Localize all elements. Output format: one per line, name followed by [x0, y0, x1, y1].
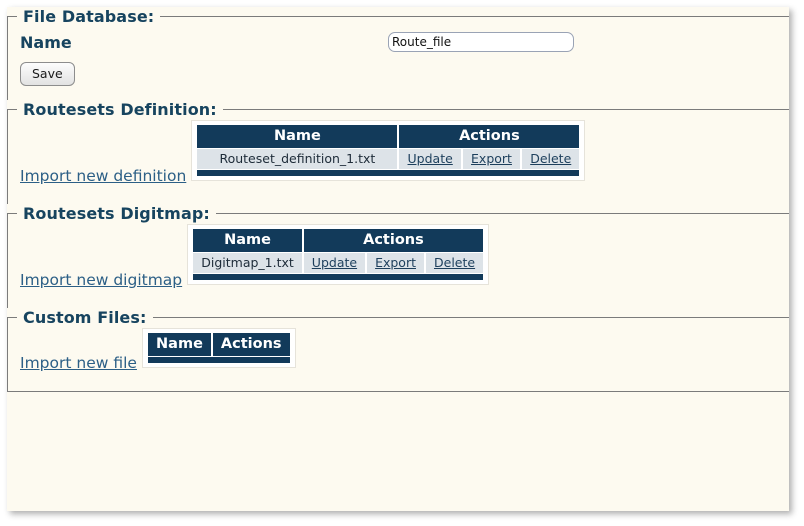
routesets-definition-table: Name Actions Routeset_definition_1.txt U…	[195, 124, 582, 177]
table-footer-bar	[148, 357, 290, 363]
page-content: File Database: Name Save Routesets Defin…	[7, 7, 789, 511]
table-head: Name Actions	[197, 125, 580, 148]
section-routesets-definition: Routesets Definition: Import new definit…	[7, 100, 789, 204]
import-new-file-link[interactable]: Import new file	[20, 354, 137, 372]
routesets-digitmap-table: Name Actions Digitmap_1.txt Update Expor…	[191, 228, 486, 281]
table-row: Digitmap_1.txt Update Export Delete	[193, 253, 484, 273]
table-footer-bar	[193, 274, 484, 280]
file-database-body: Name Save	[8, 26, 789, 86]
table-header-row: Name Actions	[197, 125, 580, 148]
column-header-actions: Actions	[212, 333, 290, 356]
page-shell: File Database: Name Save Routesets Defin…	[7, 7, 789, 511]
table-foot	[193, 274, 484, 280]
export-link[interactable]: Export	[471, 151, 512, 166]
cell-action-export[interactable]: Export	[462, 149, 521, 169]
table-header-row: Name Actions	[148, 333, 290, 356]
cell-action-update[interactable]: Update	[303, 253, 366, 273]
footer-bar-cell	[197, 170, 580, 176]
routesets-definition-table-frame: Name Actions Routeset_definition_1.txt U…	[191, 120, 586, 181]
table-foot	[197, 170, 580, 176]
column-header-name: Name	[197, 125, 398, 148]
delete-link[interactable]: Delete	[434, 255, 475, 270]
section-title-routesets-digitmap: Routesets Digitmap:	[23, 204, 210, 223]
routesets-definition-body: Import new definition Name Actions Route…	[8, 119, 789, 190]
column-header-name: Name	[148, 333, 211, 356]
section-routesets-digitmap: Routesets Digitmap: Import new digitmap …	[7, 204, 789, 308]
database-name-input[interactable]	[388, 32, 574, 52]
import-new-definition-link[interactable]: Import new definition	[20, 167, 186, 185]
import-new-digitmap-link[interactable]: Import new digitmap	[20, 271, 182, 289]
name-label: Name	[20, 32, 72, 52]
section-custom-files: Custom Files: Import new file Name Actio…	[7, 308, 789, 392]
update-link[interactable]: Update	[312, 255, 357, 270]
cell-action-update[interactable]: Update	[399, 149, 461, 169]
table-body: Digitmap_1.txt Update Export Delete	[193, 253, 484, 273]
section-title-file-database: File Database:	[23, 7, 155, 26]
delete-link[interactable]: Delete	[530, 151, 571, 166]
section-title-custom-files: Custom Files:	[23, 308, 147, 327]
cell-file-name: Routeset_definition_1.txt	[197, 149, 398, 169]
table-header-row: Name Actions	[193, 229, 484, 252]
table-head: Name Actions	[148, 333, 290, 356]
section-file-database: File Database: Name Save	[7, 7, 789, 100]
routesets-digitmap-table-frame: Name Actions Digitmap_1.txt Update Expor…	[187, 224, 490, 285]
custom-files-table-frame: Name Actions	[142, 328, 296, 368]
table-head: Name Actions	[193, 229, 484, 252]
export-link[interactable]: Export	[375, 255, 416, 270]
table-body: Routeset_definition_1.txt Update Export …	[197, 149, 580, 169]
footer-bar-cell	[148, 357, 290, 363]
column-header-actions: Actions	[399, 125, 580, 148]
save-button[interactable]: Save	[20, 62, 75, 86]
custom-files-table: Name Actions	[146, 332, 292, 364]
table-row: Routeset_definition_1.txt Update Export …	[197, 149, 580, 169]
cell-file-name: Digitmap_1.txt	[193, 253, 302, 273]
column-header-name: Name	[193, 229, 302, 252]
cell-action-delete[interactable]: Delete	[426, 253, 484, 273]
cell-action-export[interactable]: Export	[367, 253, 424, 273]
section-title-routesets-definition: Routesets Definition:	[23, 100, 217, 119]
name-row: Name	[20, 26, 789, 52]
custom-files-body: Import new file Name Actions	[8, 327, 789, 377]
footer-bar-cell	[193, 274, 484, 280]
table-footer-bar	[197, 170, 580, 176]
column-header-actions: Actions	[303, 229, 484, 252]
save-row: Save	[20, 52, 789, 86]
cell-action-delete[interactable]: Delete	[522, 149, 580, 169]
table-foot	[148, 357, 290, 363]
routesets-digitmap-body: Import new digitmap Name Actions Digitma…	[8, 223, 789, 294]
update-link[interactable]: Update	[408, 151, 453, 166]
